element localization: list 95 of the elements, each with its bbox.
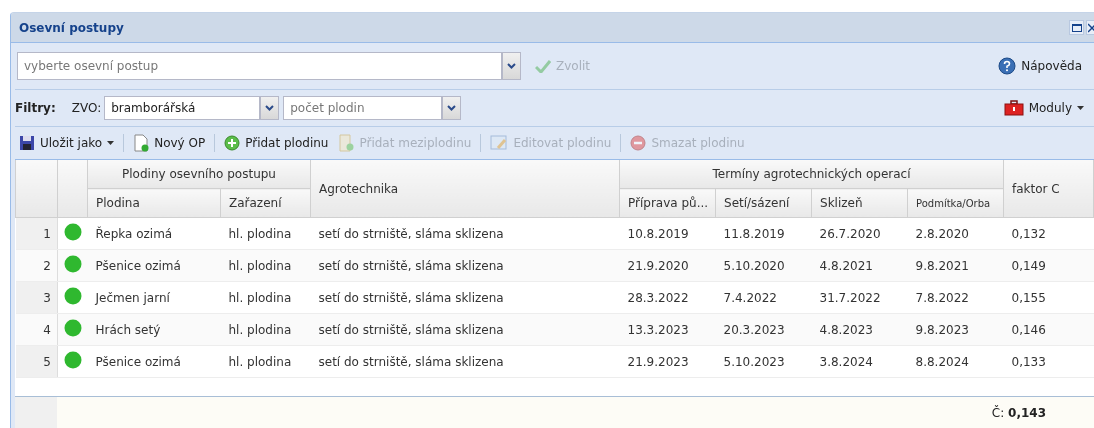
sequence-select-field[interactable]: vyberte osevní postup [17, 52, 502, 80]
edit-form-icon [490, 135, 509, 151]
modules-button[interactable]: Moduly [999, 98, 1088, 118]
table-cell: Pšenice ozimá [87, 249, 221, 282]
chevron-down-icon [507, 63, 516, 69]
table-cell: hl. plodina [220, 345, 311, 378]
table-cell: Hrách setý [87, 313, 221, 346]
status-dot-icon [64, 287, 82, 305]
column-header[interactable]: Podmítka/Orba [907, 188, 1004, 218]
status-dot-icon [64, 255, 82, 273]
toolbar-button[interactable]: Přidat plodinu [220, 133, 333, 153]
table-cell: hl. plodina [220, 249, 311, 282]
table-cell: 3.8.2024 [811, 345, 908, 378]
table-cell: setí do strniště, sláma sklizena [310, 249, 620, 282]
column-header[interactable]: faktor C [1003, 160, 1094, 218]
chevron-down-icon [265, 105, 275, 111]
table-cell: 7.4.2022 [715, 281, 812, 314]
table-cell: 10.8.2019 [619, 217, 716, 250]
row-number: 2 [15, 249, 58, 282]
table-cell: Ječmen jarní [87, 281, 221, 314]
caret-icon [107, 141, 115, 145]
table-cell: 4.8.2023 [811, 313, 908, 346]
row-number: 4 [15, 313, 58, 346]
row-number: 5 [15, 345, 58, 378]
column-header[interactable]: Zařazení [220, 188, 311, 218]
column-header[interactable]: Příprava pů... [619, 188, 716, 218]
table-cell: hl. plodina [220, 313, 311, 346]
column-header[interactable]: Setí/sázení [715, 188, 812, 218]
table-cell: 8.8.2024 [907, 345, 1004, 378]
column-group-header: Termíny agrotechnických operací [619, 160, 1004, 189]
row-number: 3 [15, 281, 58, 314]
table-cell: setí do strniště, sláma sklizena [310, 313, 620, 346]
add-icon [224, 135, 241, 151]
summary-row-header [15, 397, 57, 428]
table-cell: Pšenice ozimá [87, 345, 221, 378]
maximize-icon [1071, 23, 1082, 32]
help-icon [998, 57, 1017, 75]
chevron-down-icon [447, 105, 457, 111]
table-cell: 4.8.2021 [811, 249, 908, 282]
dropdown-button[interactable] [260, 96, 280, 120]
status-dot-icon [64, 223, 82, 241]
summary-value: Č: 0,143 [991, 406, 1046, 420]
dropdown-button[interactable] [442, 96, 462, 120]
table-cell: 7.8.2022 [907, 281, 1004, 314]
header-cell [57, 160, 88, 218]
column-header[interactable]: Plodina [87, 188, 221, 218]
table-cell: setí do strniště, sláma sklizena [310, 281, 620, 314]
add-document-icon [338, 134, 355, 152]
table-cell: 9.8.2021 [907, 249, 1004, 282]
table-cell: 9.8.2023 [907, 313, 1004, 346]
dropdown-button[interactable] [502, 52, 521, 80]
header-cell [15, 160, 58, 218]
close-icon [1087, 22, 1094, 33]
filters-label: Filtry: [15, 101, 56, 115]
table-cell: 13.3.2023 [619, 313, 716, 346]
new-document-icon [133, 134, 150, 152]
table-cell: 0,132 [1003, 217, 1094, 250]
table-cell: setí do strniště, sláma sklizena [310, 217, 620, 250]
table-cell: 0,133 [1003, 345, 1094, 378]
table-cell: 2.8.2020 [907, 217, 1004, 250]
table-cell: hl. plodina [220, 217, 311, 250]
table-cell: 0,149 [1003, 249, 1094, 282]
table-cell: 5.10.2023 [715, 345, 812, 378]
column-group-header: Plodiny osevního postupu [87, 160, 311, 189]
status-dot-icon [64, 351, 82, 369]
caret-icon [1077, 106, 1084, 110]
remove-icon [630, 135, 647, 151]
window-title: Osevní postupy [19, 20, 124, 35]
maximize-button[interactable] [1069, 20, 1084, 35]
table-cell: 20.3.2023 [715, 313, 812, 346]
table-cell: hl. plodina [220, 281, 311, 314]
toolbar-button[interactable]: Nový OP [129, 132, 210, 154]
table-cell: 21.9.2023 [619, 345, 716, 378]
table-cell: 21.9.2020 [619, 249, 716, 282]
table-cell: 31.7.2022 [811, 281, 908, 314]
column-header[interactable]: Agrotechnika [310, 160, 620, 218]
table-cell: 11.8.2019 [715, 217, 812, 250]
table-cell: 26.7.2020 [811, 217, 908, 250]
table-cell: 0,155 [1003, 281, 1094, 314]
toolbox-icon [1003, 100, 1024, 116]
table-cell: 0,146 [1003, 313, 1094, 346]
table-cell: setí do strniště, sláma sklizena [310, 345, 620, 378]
table-cell: 5.10.2020 [715, 249, 812, 282]
column-header[interactable]: Sklizeň [811, 188, 908, 218]
zvo-select-field[interactable]: bramborářská [104, 96, 261, 120]
crop-count-field[interactable]: počet plodin [283, 96, 443, 120]
help-button[interactable]: Nápověda [994, 55, 1086, 77]
checkmark-icon [535, 59, 551, 73]
table-cell: 28.3.2022 [619, 281, 716, 314]
zvo-label: ZVO: [71, 101, 102, 115]
status-dot-icon [64, 319, 82, 337]
table-cell: Řepka ozimá [87, 217, 221, 250]
toolbar-button[interactable]: Uložit jako [15, 133, 119, 153]
close-button[interactable] [1086, 20, 1094, 35]
row-number: 1 [15, 217, 58, 250]
